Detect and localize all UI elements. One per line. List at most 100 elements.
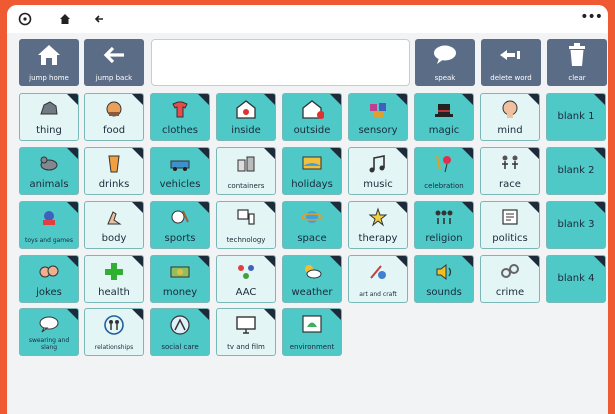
tile-label: animals — [29, 178, 69, 190]
tile-label: art and craft — [359, 290, 397, 298]
tile-label: toys and games — [25, 236, 73, 244]
tile-label: religion — [425, 232, 463, 244]
tile-body[interactable]: body — [84, 201, 144, 249]
tile-label: mind — [497, 124, 523, 136]
head-icon — [481, 97, 539, 121]
tile-food[interactable]: food — [84, 93, 144, 141]
tile-label: social care — [161, 342, 199, 351]
clear-button[interactable]: clear — [547, 39, 607, 86]
tile-politics[interactable]: politics — [480, 201, 540, 249]
drink-icon — [85, 151, 143, 175]
tile-crime[interactable]: crime — [480, 255, 540, 303]
tile-label: inside — [231, 124, 261, 136]
tile-inside[interactable]: inside — [216, 93, 276, 141]
tile-tv-and-film[interactable]: tv and film — [216, 308, 276, 356]
tile-blank-2[interactable]: blank 2 — [546, 147, 606, 195]
tile-label: music — [363, 178, 393, 190]
tile-label: celebration — [424, 181, 464, 190]
home-icon[interactable] — [57, 11, 73, 27]
tile-jokes[interactable]: jokes — [19, 255, 79, 303]
tile-race[interactable]: race — [480, 147, 540, 195]
tile-label: environment — [289, 342, 335, 351]
tile-outside[interactable]: outside — [282, 93, 342, 141]
tile-animals[interactable]: animals — [19, 147, 79, 195]
rock-icon — [20, 97, 78, 121]
tile-label: therapy — [358, 232, 398, 244]
tile-label: jokes — [36, 286, 62, 298]
speaker-icon — [415, 259, 473, 283]
tile-blank-4[interactable]: blank 4 — [546, 255, 606, 303]
tile-label: AAC — [235, 286, 257, 298]
tile-social-care[interactable]: social care — [150, 308, 210, 356]
speak-button[interactable]: speak — [415, 39, 475, 86]
body-icon — [85, 205, 143, 229]
tile-relationships[interactable]: relationships — [84, 308, 144, 356]
tile-mind[interactable]: mind — [480, 93, 540, 141]
tile-label: sensory — [358, 124, 398, 136]
tile-space[interactable]: space — [282, 201, 342, 249]
animals-icon — [20, 151, 78, 175]
tile-music[interactable]: music — [348, 147, 408, 195]
tv-icon — [217, 312, 275, 336]
tile-magic[interactable]: magic — [414, 93, 474, 141]
clothes-icon — [151, 97, 209, 121]
jump-home-button[interactable]: jump home — [19, 39, 79, 86]
jokes-icon — [20, 259, 78, 283]
art-icon — [349, 259, 407, 283]
tile-drinks[interactable]: drinks — [84, 147, 144, 195]
race-icon — [481, 151, 539, 175]
toys-icon — [20, 205, 78, 229]
tile-label: weather — [291, 286, 333, 298]
tile-vehicles[interactable]: vehicles — [150, 147, 210, 195]
tile-label: drinks — [98, 178, 130, 190]
tile-swearing-and-slang[interactable]: swearing and slang — [19, 308, 79, 356]
tile-celebration[interactable]: celebration — [414, 147, 474, 195]
tile-blank-1[interactable]: blank 1 — [546, 93, 606, 141]
app-window: ••• jump home jump back speak delete wor… — [7, 5, 608, 414]
vehicles-icon — [151, 151, 209, 175]
religion-icon — [415, 205, 473, 229]
back-arrow-icon[interactable] — [91, 11, 107, 27]
tile-thing[interactable]: thing — [19, 93, 79, 141]
space-icon — [283, 205, 341, 229]
jump-back-button[interactable]: jump back — [84, 39, 144, 86]
tile-money[interactable]: money — [150, 255, 210, 303]
tile-sports[interactable]: sports — [150, 201, 210, 249]
celebration-icon — [415, 151, 473, 175]
message-bar[interactable] — [151, 39, 410, 86]
delete-word-button[interactable]: delete word — [481, 39, 541, 86]
more-icon[interactable]: ••• — [580, 9, 603, 25]
tile-therapy[interactable]: therapy — [348, 201, 408, 249]
environment-icon — [283, 312, 341, 336]
tile-clothes[interactable]: clothes — [150, 93, 210, 141]
tile-label: money — [162, 286, 198, 298]
tile-health[interactable]: health — [84, 255, 144, 303]
aac-icon — [217, 259, 275, 283]
control-label: clear — [568, 74, 586, 82]
tile-blank-3[interactable]: blank 3 — [546, 201, 606, 249]
compass-icon[interactable] — [17, 11, 33, 27]
social-care-icon — [151, 312, 209, 336]
tile-art-and-craft[interactable]: art and craft — [348, 255, 408, 303]
tile-label: clothes — [161, 124, 198, 136]
tile-label: food — [102, 124, 126, 136]
tile-technology[interactable]: technology — [216, 201, 276, 249]
tile-environment[interactable]: environment — [282, 308, 342, 356]
tile-label: tv and film — [227, 342, 265, 351]
technology-icon — [217, 205, 275, 229]
control-label: jump back — [95, 74, 133, 82]
tile-holidays[interactable]: holidays — [282, 147, 342, 195]
tile-label: technology — [226, 235, 266, 244]
tile-religion[interactable]: religion — [414, 201, 474, 249]
tile-sounds[interactable]: sounds — [414, 255, 474, 303]
tile-label: containers — [227, 181, 265, 190]
tile-weather[interactable]: weather — [282, 255, 342, 303]
trash-icon — [547, 43, 607, 67]
containers-icon — [217, 151, 275, 175]
control-label: speak — [434, 74, 456, 82]
tile-containers[interactable]: containers — [216, 147, 276, 195]
money-icon — [151, 259, 209, 283]
tile-toys-and-games[interactable]: toys and games — [19, 201, 79, 249]
tile-aac[interactable]: AAC — [216, 255, 276, 303]
tile-sensory[interactable]: sensory — [348, 93, 408, 141]
